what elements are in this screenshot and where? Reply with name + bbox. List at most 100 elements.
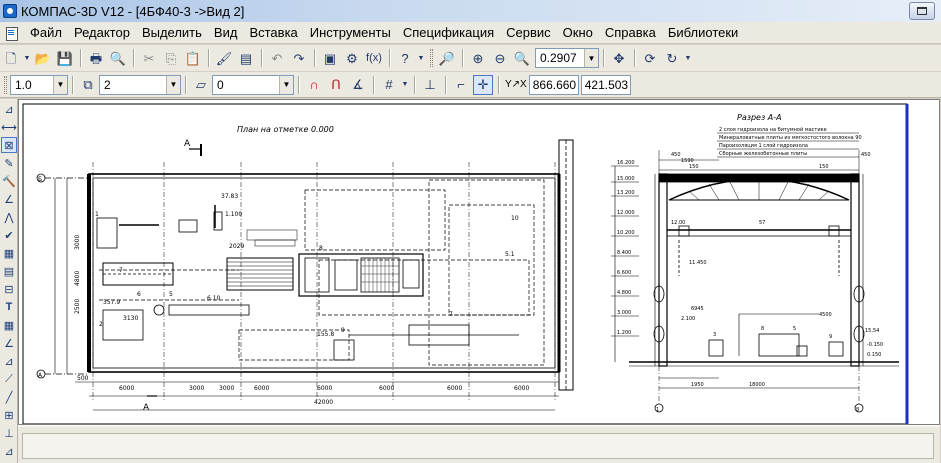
zoom-out-button[interactable]: ⊖ [490,48,510,68]
menu-specification[interactable]: Спецификация [397,22,500,44]
extra-icon[interactable]: ⊿ [1,443,17,459]
copy-button[interactable]: ⎘ [161,48,181,68]
manager-button[interactable]: ▣ [320,48,340,68]
section-icon[interactable]: ╱ [1,389,17,405]
zoom-scale-button[interactable]: 🔍 [512,48,532,68]
chevron-down-icon[interactable]: ▼ [53,75,67,94]
refresh-button[interactable]: ⟳ [640,48,660,68]
ortho-button[interactable]: ⌐ [451,75,471,95]
leader-icon[interactable]: ⟋ [1,371,17,387]
coord-x-field[interactable]: 866.660 [528,74,579,95]
coord-y-field[interactable]: 421.503 [580,74,631,95]
dimensions-icon[interactable]: ⟷ [1,119,17,135]
coord-y-value: 421.503 [584,77,629,92]
grid-dropdown-icon[interactable]: ▼ [401,75,409,95]
drawing-canvas[interactable]: План на отметке 0.000 А А Б А 500 6000 3… [18,99,940,425]
print-button[interactable]: 🖶 [86,48,106,68]
plan-dim-3783: 37.83 [221,193,238,200]
restore-button[interactable] [909,2,935,20]
edit-icon[interactable]: ✎ [1,155,17,171]
plan-label-7: 7 [119,267,123,274]
layer-icon[interactable]: ⧉ [78,75,98,95]
fragment-icon[interactable]: ⊞ [1,407,17,423]
library-manager-button[interactable]: ⚙ [342,48,362,68]
menu-file[interactable]: Файл [24,22,68,44]
help-dropdown-icon[interactable]: ▼ [417,48,425,68]
menu-window[interactable]: Окно [557,22,599,44]
insert-icon[interactable]: ⊟ [1,281,17,297]
pan-button[interactable]: ✥ [609,48,629,68]
document-icon[interactable] [4,25,20,41]
sec-label-57: 57 [759,220,765,226]
measure-icon[interactable]: ∠ [1,191,17,207]
plan-label-5: 5 [169,291,173,298]
scale-combo[interactable]: 1.0 ▼ [10,74,68,95]
format-brush-button[interactable]: 🖌 [214,48,234,68]
sec-axis-8: 8 [856,407,859,413]
dim-bay-1: 6000 [119,385,134,392]
properties-button[interactable]: ▤ [236,48,256,68]
new-document-button[interactable]: 🗋 [1,48,21,68]
plan-label-6: 6 [137,291,141,298]
snap-toggle-button[interactable]: ✛ [473,74,493,95]
help-pointer-button[interactable]: ? [395,48,415,68]
sec-dim-150b: 150 [819,164,829,170]
plan-dim-4800: 4800 [74,271,81,286]
snap-angle-button[interactable]: ∡ [348,75,368,95]
section-mark-top: А [184,139,191,149]
zoom-in-button[interactable]: ⊕ [468,48,488,68]
print-preview-button[interactable]: 🔍 [108,48,128,68]
spec-icon[interactable]: ▦ [1,245,17,261]
menu-view[interactable]: Вид [208,22,244,44]
chevron-down-icon[interactable]: ▼ [166,75,180,94]
style-icon[interactable]: ▱ [191,75,211,95]
zoom-combo[interactable]: 0.2907 ▼ [535,48,599,68]
toolbar-grip[interactable] [430,49,433,67]
toolbar-grip[interactable] [4,75,7,94]
menu-insert[interactable]: Вставка [243,22,303,44]
redo-button[interactable]: ↷ [289,48,309,68]
section-title: Разрез А-А [737,113,782,122]
separator [634,49,635,67]
local-cs-button[interactable]: ⊥ [420,75,440,95]
menu-editor[interactable]: Редактор [68,22,136,44]
snap-settings-button[interactable]: ᑎ [326,75,346,95]
menu-tools[interactable]: Инструменты [304,22,397,44]
zoom-window-button[interactable]: 🔎 [437,48,457,68]
status-bar [18,425,940,463]
variables-button[interactable]: f(x) [364,48,384,68]
menu-help[interactable]: Справка [599,22,662,44]
text-icon[interactable]: T [1,299,17,315]
menu-select[interactable]: Выделить [136,22,208,44]
redraw-button[interactable]: ↻ [662,48,682,68]
cut-button[interactable]: ✂ [139,48,159,68]
refresh-dropdown-icon[interactable]: ▼ [684,48,692,68]
chevron-down-icon[interactable]: ▼ [279,75,293,94]
open-folder-button[interactable]: 📂 [33,48,53,68]
chevron-down-icon[interactable]: ▼ [584,49,598,67]
new-dropdown-icon[interactable]: ▼ [23,48,31,68]
mark-icon[interactable]: ⊿ [1,353,17,369]
reports-icon[interactable]: ▤ [1,263,17,279]
select-icon[interactable]: ⋀ [1,209,17,225]
table-icon[interactable]: ▦ [1,317,17,333]
separator [445,75,446,94]
parametrization-icon[interactable]: 🔨 [1,173,17,189]
save-button[interactable]: 💾 [55,48,75,68]
grid-button[interactable]: # [379,75,399,95]
layer-combo[interactable]: 2 ▼ [99,74,181,95]
style-combo[interactable]: 0 ▼ [212,74,294,95]
geometry-icon[interactable]: ⊿ [1,101,17,117]
menu-service[interactable]: Сервис [500,22,557,44]
hatch-icon[interactable]: ∠ [1,335,17,351]
menu-bar: Файл Редактор Выделить Вид Вставка Инстр… [0,22,941,44]
paste-button[interactable]: 📋 [183,48,203,68]
snap-magnet-button[interactable]: ∩ [304,75,324,95]
menu-libraries[interactable]: Библиотеки [662,22,744,44]
undo-button[interactable]: ↶ [267,48,287,68]
separator [72,75,73,94]
associative-views-icon[interactable]: ✔ [1,227,17,243]
level-icon[interactable]: ⊥ [1,425,17,441]
designations-icon[interactable]: ⊠ [1,137,17,153]
style-value: 0 [217,77,224,92]
